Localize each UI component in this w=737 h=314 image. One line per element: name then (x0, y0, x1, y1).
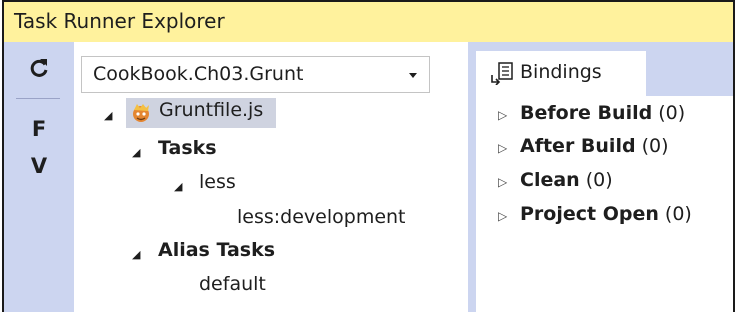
binding-before-build[interactable]: ▷ Before Build (0) (498, 102, 685, 124)
tab-bindings-label: Bindings (520, 61, 602, 83)
collapse-triangle-icon[interactable]: ◢ (132, 146, 140, 159)
binding-count: (0) (585, 169, 613, 191)
task-tree-pane: CookBook.Ch03.Grunt ◢ Gruntfile.js ◢ Tas… (74, 42, 468, 312)
grunt-icon (133, 104, 149, 122)
binding-project-open[interactable]: ▷ Project Open (0) (498, 203, 692, 225)
expand-triangle-icon[interactable]: ▷ (498, 209, 520, 223)
expand-triangle-icon[interactable]: ▷ (498, 175, 520, 189)
collapse-triangle-icon[interactable]: ◢ (174, 180, 182, 193)
binding-name: Clean (520, 169, 580, 191)
toolbar-button-f[interactable]: F (4, 117, 74, 141)
binding-count: (0) (641, 135, 669, 157)
tree-item-tasks[interactable]: Tasks (158, 137, 217, 159)
left-toolbar: F V (4, 42, 74, 312)
binding-count: (0) (658, 102, 686, 124)
project-combobox-value: CookBook.Ch03.Grunt (93, 63, 304, 85)
tree-item-label: Gruntfile.js (159, 99, 264, 121)
tree-item-default[interactable]: default (199, 273, 266, 295)
collapse-triangle-icon[interactable]: ◢ (104, 109, 112, 122)
binding-clean[interactable]: ▷ Clean (0) (498, 169, 613, 191)
toolbar-button-v[interactable]: V (4, 154, 74, 178)
binding-after-build[interactable]: ▷ After Build (0) (498, 135, 669, 157)
binding-name: Project Open (520, 203, 659, 225)
collapse-triangle-icon[interactable]: ◢ (132, 248, 140, 261)
expand-triangle-icon[interactable]: ▷ (498, 108, 520, 122)
chevron-down-icon[interactable] (409, 73, 417, 78)
title-bar: Task Runner Explorer (4, 0, 733, 42)
tree-item-less[interactable]: less (199, 171, 236, 193)
pane-splitter[interactable] (468, 42, 476, 312)
binding-name: After Build (520, 135, 636, 157)
refresh-icon (30, 59, 48, 77)
window-title: Task Runner Explorer (14, 9, 225, 33)
bindings-tabstrip: Bindings (476, 42, 733, 96)
tab-bindings[interactable]: Bindings (476, 51, 646, 96)
task-runner-window: Task Runner Explorer F V CookBook.Ch03.G… (2, 0, 735, 312)
binding-name: Before Build (520, 102, 653, 124)
refresh-button[interactable] (4, 56, 74, 85)
tree-item-less-development[interactable]: less:development (237, 206, 406, 228)
bindings-icon (491, 62, 513, 85)
project-combobox[interactable]: CookBook.Ch03.Grunt (81, 56, 430, 93)
toolbar-separator (16, 98, 60, 99)
expand-triangle-icon[interactable]: ▷ (498, 141, 520, 155)
binding-count: (0) (664, 203, 692, 225)
bindings-pane: Bindings ▷ Before Build (0) ▷ After Build … (476, 42, 733, 312)
tree-item-gruntfile[interactable]: Gruntfile.js (126, 98, 276, 128)
tree-item-alias-tasks[interactable]: Alias Tasks (158, 239, 275, 261)
